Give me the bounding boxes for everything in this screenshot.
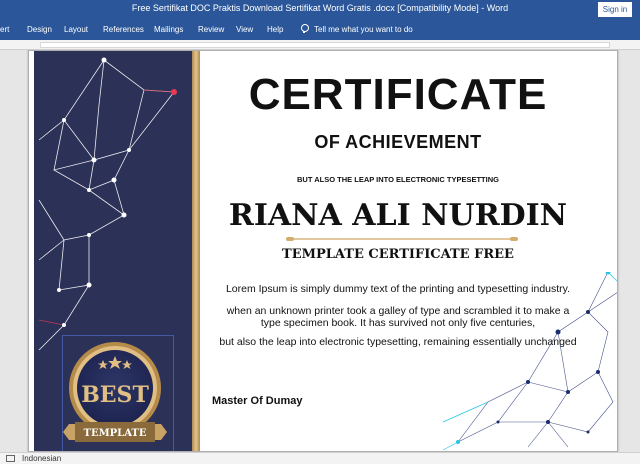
tab-references[interactable]: References: [103, 25, 144, 34]
tab-help[interactable]: Help: [267, 25, 283, 34]
status-bar: Indonesian: [0, 452, 640, 464]
document-canvas: BEST TEMPLATE CERTIFICATE OF ACHIEVEMENT…: [0, 50, 640, 452]
tab-layout[interactable]: Layout: [64, 25, 88, 34]
tell-me-box[interactable]: Tell me what you want to do: [300, 24, 413, 34]
document-page[interactable]: BEST TEMPLATE CERTIFICATE OF ACHIEVEMENT…: [28, 50, 618, 452]
tab-review[interactable]: Review: [198, 25, 224, 34]
tell-me-text: Tell me what you want to do: [314, 24, 413, 34]
language-indicator[interactable]: Indonesian: [22, 454, 61, 463]
proofing-icon[interactable]: [6, 455, 15, 462]
tab-insert[interactable]: sert: [0, 25, 9, 34]
sign-in-button[interactable]: Sign in: [598, 2, 632, 17]
tab-view[interactable]: View: [236, 25, 253, 34]
tab-mailings[interactable]: Mailings: [154, 25, 183, 34]
horizontal-ruler[interactable]: [0, 40, 640, 50]
ruler-track: [40, 42, 610, 48]
lightbulb-icon: [300, 24, 309, 34]
title-bar: Free Sertifikat DOC Praktis Download Ser…: [0, 0, 640, 20]
page-border: [28, 50, 618, 452]
window-title: Free Sertifikat DOC Praktis Download Ser…: [131, 3, 509, 13]
tab-design[interactable]: Design: [27, 25, 52, 34]
ribbon-tabs: sert Design Layout References Mailings R…: [0, 20, 640, 40]
